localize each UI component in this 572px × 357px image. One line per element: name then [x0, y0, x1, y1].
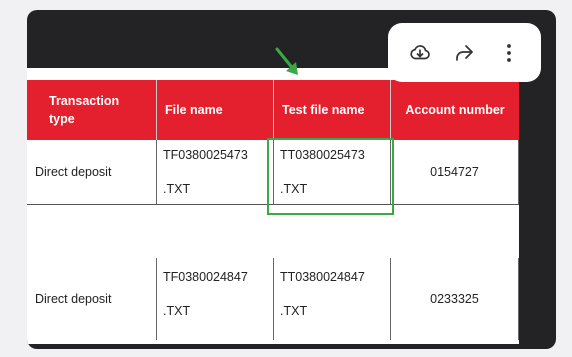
download-icon	[410, 44, 430, 59]
image-viewer-frame: Transaction type File name Test file nam…	[27, 10, 556, 349]
cell-file-name-line1: TF0380025473	[163, 148, 248, 162]
highlight-box	[267, 138, 394, 215]
table-row: Direct deposit TF0380024847 .TXT TT03800…	[27, 258, 519, 340]
table-header-row: Transaction type File name Test file nam…	[27, 80, 519, 140]
pointer-arrow-icon	[275, 47, 298, 75]
cell-test-file-name: TT0380024847 .TXT	[274, 258, 391, 340]
image-toolbar	[388, 23, 541, 82]
header-file-name: File name	[157, 80, 274, 140]
cell-account-number: 0233325	[391, 258, 519, 340]
download-button[interactable]	[404, 37, 436, 69]
cell-file-name-line1: TF0380024847	[163, 270, 248, 284]
header-account-number: Account number	[405, 103, 505, 117]
more-vert-icon	[506, 43, 511, 62]
more-options-button[interactable]	[493, 37, 525, 69]
cell-test-file-name-line1: TT0380024847	[280, 270, 365, 284]
cell-file-name: TF0380024847 .TXT	[157, 258, 274, 340]
document-image: Transaction type File name Test file nam…	[27, 68, 519, 344]
share-icon	[456, 44, 474, 61]
header-test-file-name: Test file name	[274, 80, 391, 140]
cell-file-name-line2: .TXT	[163, 304, 191, 318]
header-transaction-type: Transaction type	[27, 80, 157, 140]
cell-test-file-name-line2: .TXT	[280, 304, 308, 318]
cell-transaction-type: Direct deposit	[27, 258, 157, 340]
cell-file-name: TF0380025473 .TXT	[157, 140, 274, 204]
cell-transaction-type: Direct deposit	[27, 140, 157, 204]
cell-file-name-line2: .TXT	[163, 182, 191, 196]
cell-account-number: 0154727	[391, 140, 519, 204]
share-button[interactable]	[448, 37, 480, 69]
